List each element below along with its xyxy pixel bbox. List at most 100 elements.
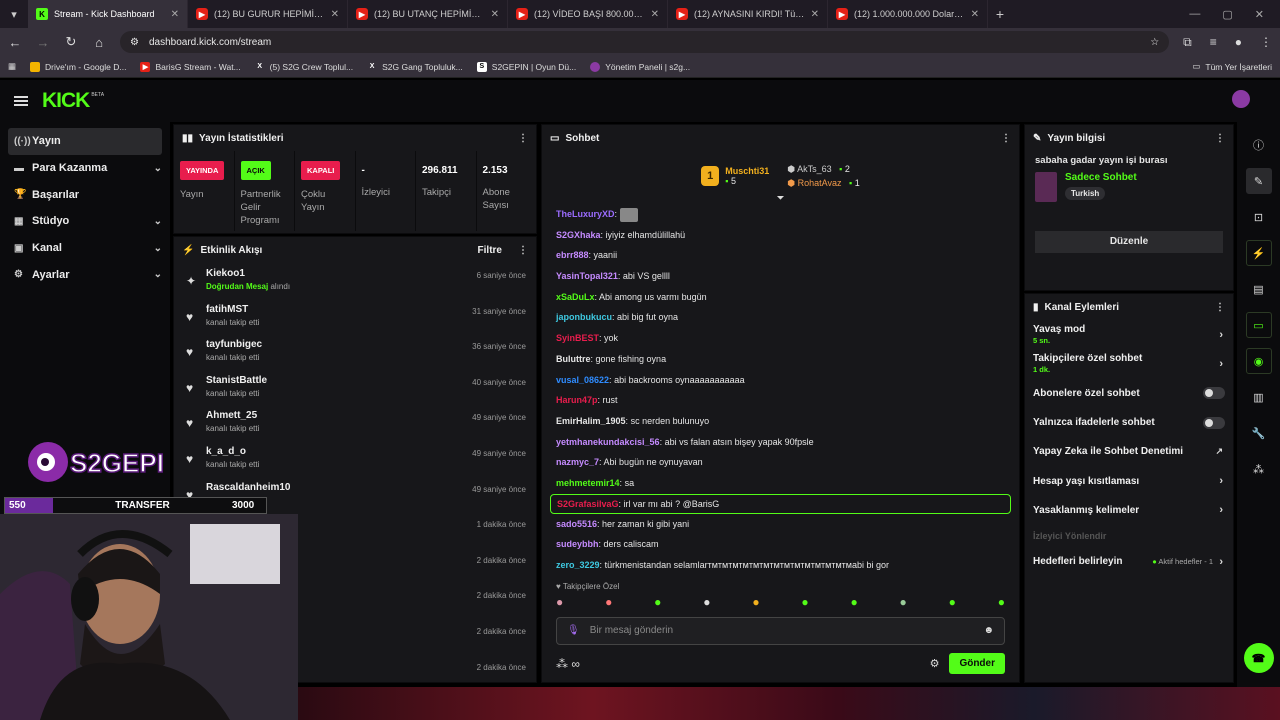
activity-event[interactable]: ✦ Kiekoo1 Doğrudan Mesaj alındı 6 saniye… bbox=[174, 263, 536, 299]
site-info-icon[interactable]: ⚙ bbox=[130, 37, 139, 48]
emote-icon[interactable]: ● bbox=[752, 595, 759, 609]
extensions-icon[interactable]: ⧉ bbox=[1183, 35, 1192, 50]
chat-username[interactable]: TheLuxuryXD bbox=[556, 209, 615, 219]
emote-icon[interactable]: ● bbox=[801, 595, 808, 609]
collapse-icon[interactable]: ⏷ bbox=[542, 193, 1019, 204]
chat-message[interactable]: mehmetemir14: sa bbox=[542, 473, 1019, 494]
emoji-icon[interactable]: ☻ bbox=[983, 625, 994, 636]
filter-button[interactable]: Filtre bbox=[478, 245, 502, 256]
chat-message[interactable]: ebrr888: yaanii bbox=[542, 245, 1019, 266]
chat-username[interactable]: EmirHalim_1905 bbox=[556, 416, 626, 426]
chat-username[interactable]: Buluttre bbox=[556, 354, 591, 364]
points-icon[interactable]: ⁂ ∞ bbox=[556, 657, 580, 671]
chat-message[interactable]: nazmyc_7: Abi bugün ne oynuyavan bbox=[542, 452, 1019, 473]
chat-username[interactable]: japonbukucu bbox=[556, 312, 612, 322]
capture-icon[interactable]: ⊡ bbox=[1246, 204, 1272, 230]
chat-username[interactable]: xSaDuLx bbox=[556, 292, 595, 302]
url-input[interactable]: ⚙ dashboard.kick.com/stream ☆ bbox=[120, 31, 1170, 53]
more-options-icon[interactable]: ⋮ bbox=[1001, 133, 1011, 144]
chat-message[interactable]: Buluttre: gone fishing oyna bbox=[542, 349, 1019, 370]
sidebar-item-para-kazanma[interactable]: ▬ Para Kazanma ⌄ bbox=[0, 155, 170, 182]
activity-event[interactable]: ♥ StanistBattle kanalı takip etti 40 saniye… bbox=[174, 370, 536, 406]
chat-message[interactable]: YasinTopal321: abi VS gellll bbox=[542, 266, 1019, 287]
close-icon[interactable]: ✕ bbox=[651, 9, 659, 20]
chat-username[interactable]: nazmyc_7 bbox=[556, 457, 599, 467]
top-gifter-1[interactable]: 1 Muschti31 ▪ 5 bbox=[701, 166, 769, 186]
action-banned-words[interactable]: Yasaklanmış kelimeler › bbox=[1025, 496, 1233, 525]
activity-event[interactable]: ♥ tayfunbigec kanalı takip etti 36 saniye ö… bbox=[174, 334, 536, 370]
chat-message[interactable]: TheLuxuryXD: bbox=[542, 204, 1019, 225]
close-icon[interactable]: ✕ bbox=[811, 9, 819, 20]
emote-icon[interactable]: ● bbox=[654, 595, 661, 609]
emote-icon[interactable]: ● bbox=[998, 595, 1005, 609]
chat-username[interactable]: mehmetemir14 bbox=[556, 478, 620, 488]
browser-tab-youtube-3[interactable]: ▶ (12) VİDEO BAŞI 800.000 TL DU ✕ bbox=[508, 0, 668, 28]
chat-message[interactable]: sudeybbh: ders caliscam bbox=[542, 534, 1019, 555]
bookmark-s2gepin[interactable]: S S2GEPIN | Oyun Dü... bbox=[476, 61, 576, 72]
emote-icon[interactable]: ● bbox=[949, 595, 956, 609]
close-icon[interactable]: ✕ bbox=[971, 9, 979, 20]
activity-event[interactable]: ♥ fatihMST kanalı takip etti 31 saniye önce bbox=[174, 299, 536, 335]
close-icon[interactable]: ✕ bbox=[331, 9, 339, 20]
activity-event[interactable]: ♥ Ahmett_25 kanalı takip etti 49 saniye önc… bbox=[174, 405, 536, 441]
bookmark-barisg[interactable]: ▶ BarisG Stream - Wat... bbox=[140, 61, 241, 72]
chat-username[interactable]: ebrr888 bbox=[556, 250, 589, 260]
sidebar-item-studyo[interactable]: ▦ Stüdyo ⌄ bbox=[0, 208, 170, 235]
chat-message[interactable]: vusal_08622: abi backrooms oynaaaaaaaaaa… bbox=[542, 370, 1019, 391]
chat-message[interactable]: japonbukucu: abi big fut oyna bbox=[542, 307, 1019, 328]
all-bookmarks[interactable]: ▭ Tüm Yer İşaretleri bbox=[1192, 61, 1272, 72]
tag-chip[interactable]: Turkish bbox=[1065, 187, 1106, 200]
chat-message[interactable]: SyinBEST: yok bbox=[542, 328, 1019, 349]
settings-icon[interactable]: ⚙ bbox=[930, 657, 940, 670]
sidebar-item-ayarlar[interactable]: ⚙ Ayarlar ⌄ bbox=[0, 261, 170, 288]
chat-username[interactable]: YasinTopal321 bbox=[556, 271, 618, 281]
broadcast-icon[interactable]: ◉ bbox=[1245, 348, 1272, 374]
new-tab-button[interactable]: + bbox=[988, 6, 1012, 22]
chat-message[interactable]: yetmhanekundakcisi_56: abi vs falan atsı… bbox=[542, 432, 1019, 453]
emote-icon[interactable]: ● bbox=[900, 595, 907, 609]
chat-message[interactable]: EmirHalim_1905: sc nerden bulunuyo bbox=[542, 411, 1019, 432]
more-options-icon[interactable]: ⋮ bbox=[518, 133, 528, 144]
chat-username[interactable]: Harun47p bbox=[556, 395, 598, 405]
media-icon[interactable]: ≡ bbox=[1210, 35, 1217, 50]
back-icon[interactable]: ← bbox=[8, 35, 22, 50]
apps-icon[interactable]: ▦ bbox=[8, 61, 16, 72]
more-options-icon[interactable]: ⋮ bbox=[518, 245, 528, 256]
maximize-icon[interactable]: ▢ bbox=[1222, 8, 1232, 21]
microphone-icon[interactable]: 🎙 bbox=[567, 625, 580, 636]
kick-logo[interactable]: KICK bbox=[42, 89, 90, 113]
bookmark-yonetim[interactable]: Yönetim Paneli | s2g... bbox=[590, 61, 690, 72]
toggle-switch[interactable] bbox=[1203, 416, 1225, 429]
points-icon[interactable]: ⁂ bbox=[1246, 456, 1272, 482]
action-account-age[interactable]: Hesap yaşı kısıtlaması › bbox=[1025, 466, 1233, 495]
action-slow-mode[interactable]: Yavaş mod 5 sn. › bbox=[1025, 320, 1233, 349]
bookmark-s2g-crew[interactable]: X (5) S2G Crew Toplul... bbox=[255, 62, 353, 72]
bookmark-drive[interactable]: Drive'ım - Google D... bbox=[30, 61, 126, 72]
edit-icon[interactable]: ✎ bbox=[1245, 168, 1272, 194]
bookmark-star-icon[interactable]: ☆ bbox=[1150, 37, 1159, 48]
chat-message[interactable]: Harun47p: rust bbox=[542, 390, 1019, 411]
help-headset-icon[interactable]: ☎ bbox=[1243, 643, 1274, 673]
chat-message[interactable]: S2GXhaka: iyiyiz elhamdülillahü bbox=[542, 225, 1019, 246]
chat-message[interactable]: S2GrafasilvaG: irl var mı abi ? @BarisG bbox=[550, 493, 1011, 514]
wrench-icon[interactable]: 🔧 bbox=[1246, 420, 1272, 446]
emote-icon[interactable]: ● bbox=[556, 595, 563, 609]
activity-event[interactable]: ♥ k_a_d_o kanalı takip etti 49 saniye önce bbox=[174, 441, 536, 477]
stack-icon[interactable]: ▥ bbox=[1246, 384, 1272, 410]
chat-username[interactable]: S2GrafasilvaG bbox=[557, 499, 619, 509]
info-icon[interactable]: ⓘ bbox=[1246, 132, 1272, 158]
chat-message[interactable]: sado5516: her zaman ki gibi yani bbox=[542, 514, 1019, 535]
sidebar-item-kanal[interactable]: ▣ Kanal ⌄ bbox=[0, 235, 170, 262]
browser-tab-youtube-4[interactable]: ▶ (12) AYNASINI KIRDI! Türkiye'd ✕ bbox=[668, 0, 828, 28]
chat-username[interactable]: S2GXhaka bbox=[556, 230, 601, 240]
chat-message[interactable]: xSaDuLx: Abi among us varmı bugün bbox=[542, 287, 1019, 308]
sidebar-item-yayin[interactable]: ((·)) Yayın bbox=[8, 128, 162, 155]
category-name[interactable]: Sadece Sohbet bbox=[1065, 172, 1137, 183]
chat-icon[interactable]: ▭ bbox=[1245, 312, 1272, 338]
document-icon[interactable]: ▤ bbox=[1246, 276, 1272, 302]
browser-tab-youtube-5[interactable]: ▶ (12) 1.000.000.000 Dolarlık Çiki ✕ bbox=[828, 0, 988, 28]
chat-input[interactable]: 🎙 Bir mesaj gönderin ☻ bbox=[556, 616, 1005, 645]
more-options-icon[interactable]: ⋮ bbox=[1215, 302, 1225, 313]
minimize-icon[interactable]: — bbox=[1189, 8, 1200, 20]
menu-icon[interactable]: ⋮ bbox=[1260, 35, 1272, 50]
